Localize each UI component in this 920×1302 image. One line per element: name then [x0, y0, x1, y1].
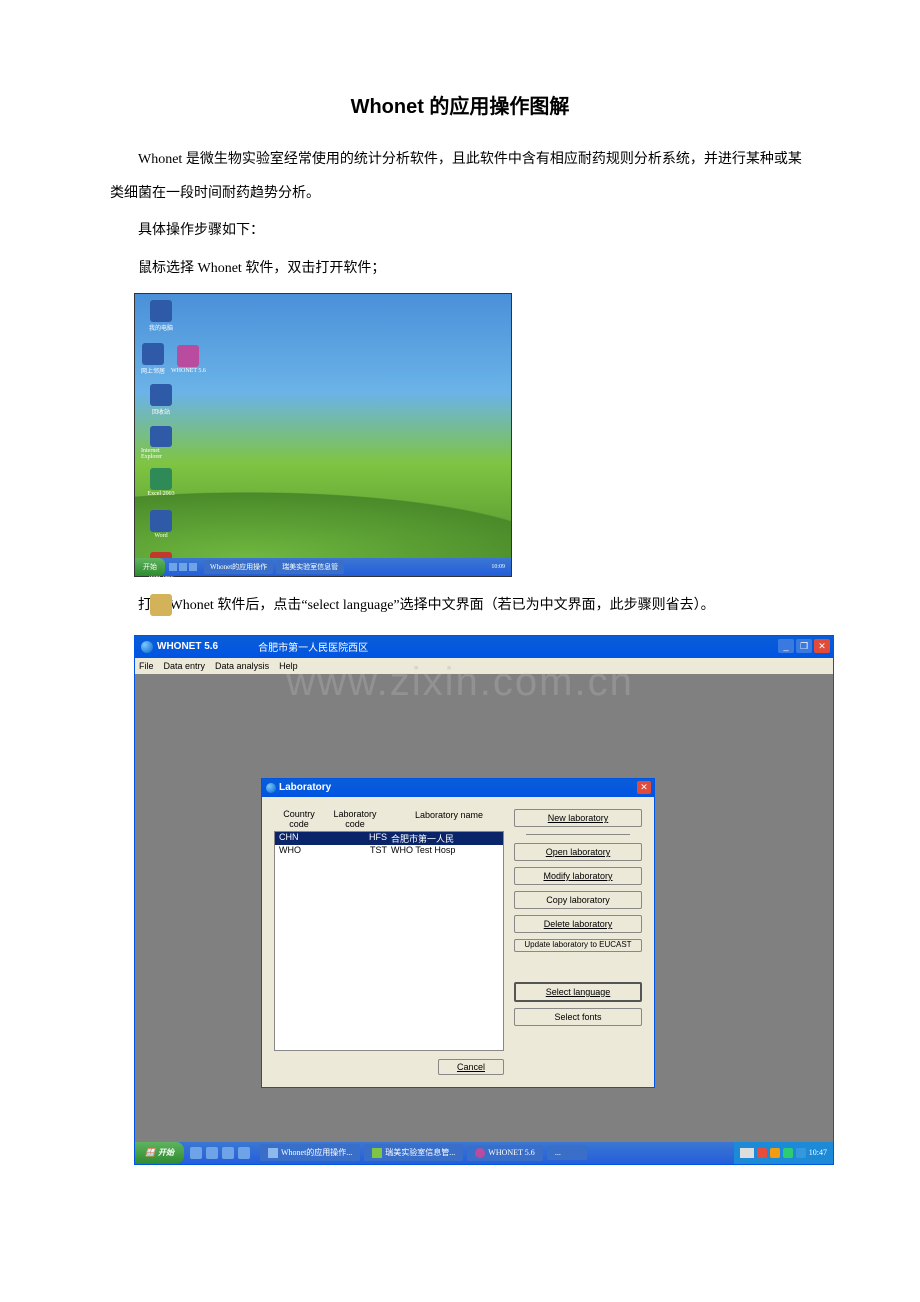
laboratory-dialog: Laboratory ✕ Country code Laboratory cod… — [261, 778, 655, 1088]
titlebar: WHONET 5.6 合肥市第一人民医院西区 _ ❐ ✕ — [135, 636, 833, 658]
quick-launch-icon[interactable] — [222, 1147, 234, 1159]
step-text-1: 鼠标选择 Whonet 软件，双击打开软件； — [110, 252, 810, 286]
steps-heading: 具体操作步骤如下： — [110, 214, 810, 248]
desktop-icon: My Documents — [141, 594, 181, 628]
taskbar-item[interactable]: 瑞美实验室信息管 — [276, 560, 344, 574]
tray-icon[interactable] — [783, 1148, 793, 1158]
list-item[interactable]: WHO TST WHO Test Hosp — [275, 845, 503, 855]
select-language-button[interactable]: Select language — [514, 982, 642, 1002]
tray-icon[interactable] — [757, 1148, 767, 1158]
start-button[interactable]: 开始 — [135, 558, 165, 576]
list-item[interactable]: CHN HFS 合肥市第一人民 — [275, 832, 503, 845]
maximize-button[interactable]: ❐ — [796, 639, 812, 653]
start-button[interactable]: 🪟开始 — [135, 1142, 184, 1164]
taskbar-item[interactable]: Whonet的应用操作... — [260, 1144, 360, 1161]
menubar: File Data entry Data analysis Help — [135, 658, 833, 674]
update-eucast-button[interactable]: Update laboratory to EUCAST — [514, 939, 642, 952]
dialog-titlebar: Laboratory ✕ — [262, 779, 654, 797]
menu-data-analysis[interactable]: Data analysis — [215, 661, 269, 671]
app-title: WHONET 5.6 — [157, 641, 218, 652]
screenshot-desktop: 我的电脑 网上邻居 WHONET 5.6 回收站 Internet Explor… — [134, 293, 512, 577]
desktop-icon: 回收站 — [141, 384, 181, 418]
screenshot-whonet-app: WHONET 5.6 合肥市第一人民医院西区 _ ❐ ✕ File Data e… — [134, 635, 834, 1165]
dialog-icon — [266, 783, 276, 793]
desktop-icon: 网上邻居 WHONET 5.6 — [141, 342, 221, 376]
intro-paragraph: Whonet 是微生物实验室经常使用的统计分析软件，且此软件中含有相应耐药规则分… — [110, 143, 810, 210]
select-fonts-button[interactable]: Select fonts — [514, 1008, 642, 1026]
desktop-icons-column: 我的电脑 网上邻居 WHONET 5.6 回收站 Internet Explor… — [141, 300, 221, 670]
clock: 10:47 — [809, 1148, 827, 1157]
tray-icon[interactable] — [770, 1148, 780, 1158]
tray-lang-icon[interactable] — [740, 1148, 754, 1158]
copy-laboratory-button[interactable]: Copy laboratory — [514, 891, 642, 909]
new-laboratory-button[interactable]: New laboratory — [514, 809, 642, 827]
system-tray: 10:47 — [734, 1142, 833, 1164]
open-laboratory-button[interactable]: Open laboratory — [514, 843, 642, 861]
menu-file[interactable]: File — [139, 661, 154, 671]
taskbar: 🪟开始 Whonet的应用操作... 瑞美实验室信息管... WHONET 5.… — [135, 1142, 833, 1164]
desktop-icon: Word — [141, 510, 181, 544]
minimize-button[interactable]: _ — [778, 639, 794, 653]
taskbar-item[interactable]: WHONET 5.6 — [467, 1145, 543, 1161]
app-body: Laboratory ✕ Country code Laboratory cod… — [135, 674, 833, 1142]
document-title: Whonet 的应用操作图解 — [110, 90, 810, 119]
desktop-icon: 我的电脑 — [141, 300, 181, 334]
taskbar-item[interactable]: Whonet的应用操作 — [204, 560, 273, 574]
taskbar-item[interactable]: 瑞美实验室信息管... — [364, 1144, 463, 1161]
system-tray: 10:09 — [485, 564, 511, 570]
dialog-close-button[interactable]: ✕ — [637, 781, 651, 794]
quick-launch-icon[interactable] — [206, 1147, 218, 1159]
close-button[interactable]: ✕ — [814, 639, 830, 653]
taskbar-item[interactable]: ... — [547, 1145, 587, 1160]
taskbar: 开始 Whonet的应用操作 瑞美实验室信息管 10:09 — [135, 558, 511, 576]
hospital-name: 合肥市第一人民医院西区 — [258, 639, 368, 654]
desktop-icon: Internet Explorer — [141, 426, 181, 460]
quick-launch — [190, 1147, 250, 1159]
quick-launch-icon[interactable] — [190, 1147, 202, 1159]
table-header: Country code Laboratory code Laboratory … — [274, 809, 504, 831]
tray-icon[interactable] — [796, 1148, 806, 1158]
cancel-button[interactable]: Cancel — [438, 1059, 504, 1075]
laboratory-list[interactable]: CHN HFS 合肥市第一人民 WHO TST WHO Test Hosp — [274, 831, 504, 1051]
quick-launch-icon[interactable] — [238, 1147, 250, 1159]
app-icon — [141, 641, 153, 653]
delete-laboratory-button[interactable]: Delete laboratory — [514, 915, 642, 933]
desktop-icon: Excel 2003 — [141, 468, 181, 502]
menu-data-entry[interactable]: Data entry — [164, 661, 206, 671]
modify-laboratory-button[interactable]: Modify laboratory — [514, 867, 642, 885]
menu-help[interactable]: Help — [279, 661, 298, 671]
